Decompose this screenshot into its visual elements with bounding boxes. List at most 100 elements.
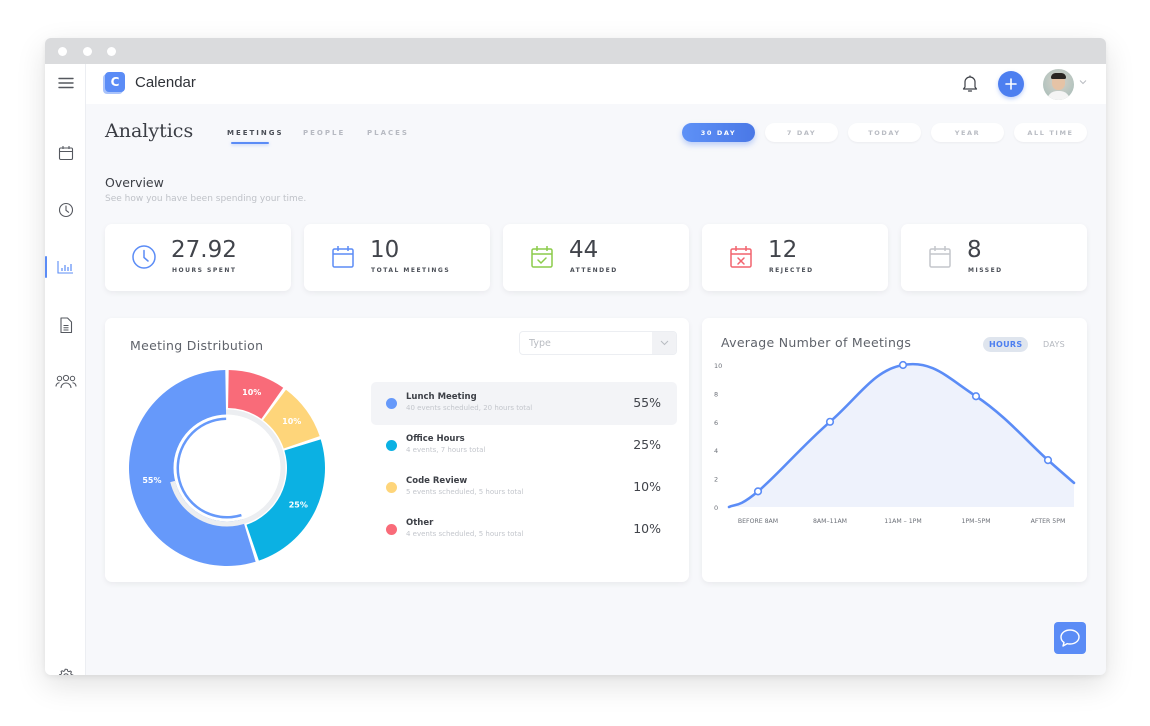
range-7-day-button[interactable]: 7 DAY [765, 123, 838, 142]
document-icon [59, 316, 72, 333]
legend-name: Office Hours [406, 434, 465, 444]
data-point [825, 417, 835, 426]
clock-icon [58, 202, 73, 218]
legend-pct: 10% [633, 521, 661, 536]
data-point [753, 487, 763, 496]
calendar-icon [58, 146, 73, 161]
stat-label: REJECTED [769, 267, 814, 274]
stat-card-rejected: 12 REJECTED [702, 224, 888, 291]
y-tick-label: 2 [714, 476, 718, 484]
analytics-icon [57, 261, 73, 274]
calendar-x-icon [730, 246, 752, 268]
stat-value: 10 [370, 237, 400, 263]
legend-dot [386, 482, 397, 493]
stat-value: 8 [967, 237, 982, 263]
app-logo[interactable]: C Calendar [105, 72, 196, 92]
app-name: Calendar [135, 73, 196, 91]
menu-button[interactable] [45, 68, 86, 98]
app-window: C Calendar Analytics MEETINGS PEOPLE PLA… [45, 38, 1106, 675]
x-tick-label: BEFORE 8AM [738, 518, 778, 525]
stat-label: HOURS SPENT [172, 267, 237, 274]
plus-icon [1005, 78, 1017, 90]
x-tick-label: AFTER 5PM [1031, 518, 1066, 525]
legend-pct: 55% [633, 395, 661, 410]
legend-item-other[interactable]: Other 4 events scheduled, 5 hours total … [371, 508, 677, 551]
legend-item-office-hours[interactable]: Office Hours 4 events, 7 hours total 25% [371, 424, 677, 467]
y-tick-label: 4 [714, 447, 718, 455]
chevron-down-icon [660, 340, 668, 346]
type-select[interactable]: Type [519, 331, 677, 355]
legend-desc: 4 events, 7 hours total [406, 446, 486, 454]
gear-icon [58, 668, 73, 675]
active-tab-indicator [231, 142, 269, 144]
stat-label: ATTENDED [570, 267, 618, 274]
tab-people[interactable]: PEOPLE [303, 129, 345, 137]
window-maximize-dot[interactable] [107, 47, 116, 56]
donut-label-other: 10% [242, 388, 261, 397]
legend-pct: 10% [633, 479, 661, 494]
sidebar-item-people[interactable] [45, 366, 86, 396]
range-30-day-button[interactable]: 30 DAY [682, 123, 755, 142]
sidebar-item-calendar[interactable] [45, 138, 86, 168]
data-point [898, 360, 908, 370]
donut-inner-gap [173, 414, 281, 522]
window-titlebar [45, 38, 1106, 64]
toggle-days[interactable]: DAYS [1043, 340, 1065, 349]
type-select-placeholder: Type [529, 338, 551, 349]
data-point [971, 392, 981, 401]
tab-places[interactable]: PLACES [367, 129, 409, 137]
notifications-button[interactable] [961, 73, 979, 97]
average-meetings-panel: Average Number of Meetings HOURS DAYS 0 2… [702, 318, 1087, 582]
chat-button[interactable] [1054, 622, 1086, 654]
x-tick-label: 11AM – 1PM [884, 518, 921, 525]
chat-icon [1060, 629, 1080, 647]
overview-subtitle: See how you have been spending your time… [105, 194, 307, 204]
x-tick-label: 8AM–11AM [813, 518, 847, 525]
range-today-button[interactable]: TODAY [848, 123, 921, 142]
sidebar-item-documents[interactable] [45, 310, 86, 340]
stat-card-attended: 44 ATTENDED [503, 224, 689, 291]
legend-desc: 4 events scheduled, 5 hours total [406, 530, 524, 538]
sidebar-item-settings[interactable] [45, 661, 86, 675]
bell-icon [962, 75, 978, 92]
page-title: Analytics [105, 120, 194, 142]
window-close-dot[interactable] [58, 47, 67, 56]
donut-slice-office-hours [246, 439, 325, 561]
y-tick-label: 10 [714, 362, 722, 370]
legend-item-code-review[interactable]: Code Review 5 events scheduled, 5 hours … [371, 466, 677, 509]
y-tick-label: 6 [714, 419, 718, 427]
stat-card-hours: 27.92 HOURS SPENT [105, 224, 291, 291]
add-event-button[interactable] [998, 71, 1024, 97]
y-tick-label: 0 [714, 504, 718, 512]
tab-meetings[interactable]: MEETINGS [227, 129, 284, 137]
legend-dot [386, 398, 397, 409]
logo-badge: C [105, 72, 125, 92]
window-minimize-dot[interactable] [83, 47, 92, 56]
legend-dot [386, 524, 397, 535]
stat-value: 12 [768, 237, 798, 263]
clock-icon [132, 245, 156, 269]
donut-chart: 10% 10% 25% 55% [128, 370, 325, 566]
x-tick-label: 1PM–5PM [961, 518, 990, 525]
legend-item-lunch-meeting[interactable]: Lunch Meeting 40 events scheduled, 20 ho… [371, 382, 677, 425]
donut-label-code-review: 10% [282, 417, 301, 426]
stat-card-missed: 8 MISSED [901, 224, 1087, 291]
donut-label-lunch-meeting: 55% [142, 476, 161, 485]
people-icon [55, 374, 76, 389]
overview-title: Overview [105, 175, 164, 190]
stat-value: 27.92 [171, 237, 237, 263]
donut-label-office-hours: 25% [289, 500, 308, 509]
legend-pct: 25% [633, 437, 661, 452]
chevron-down-icon[interactable] [1079, 79, 1087, 85]
menu-icon [57, 77, 74, 89]
range-year-button[interactable]: YEAR [931, 123, 1004, 142]
sidebar-item-time[interactable] [45, 195, 86, 225]
legend-desc: 40 events scheduled, 20 hours total [406, 404, 533, 412]
stat-label: TOTAL MEETINGS [371, 267, 451, 274]
user-avatar[interactable] [1043, 69, 1074, 100]
sidebar-item-analytics[interactable] [45, 252, 86, 282]
calendar-icon [332, 246, 354, 268]
legend-dot [386, 440, 397, 451]
toggle-hours[interactable]: HOURS [983, 337, 1029, 352]
range-all-time-button[interactable]: ALL TIME [1014, 123, 1087, 142]
